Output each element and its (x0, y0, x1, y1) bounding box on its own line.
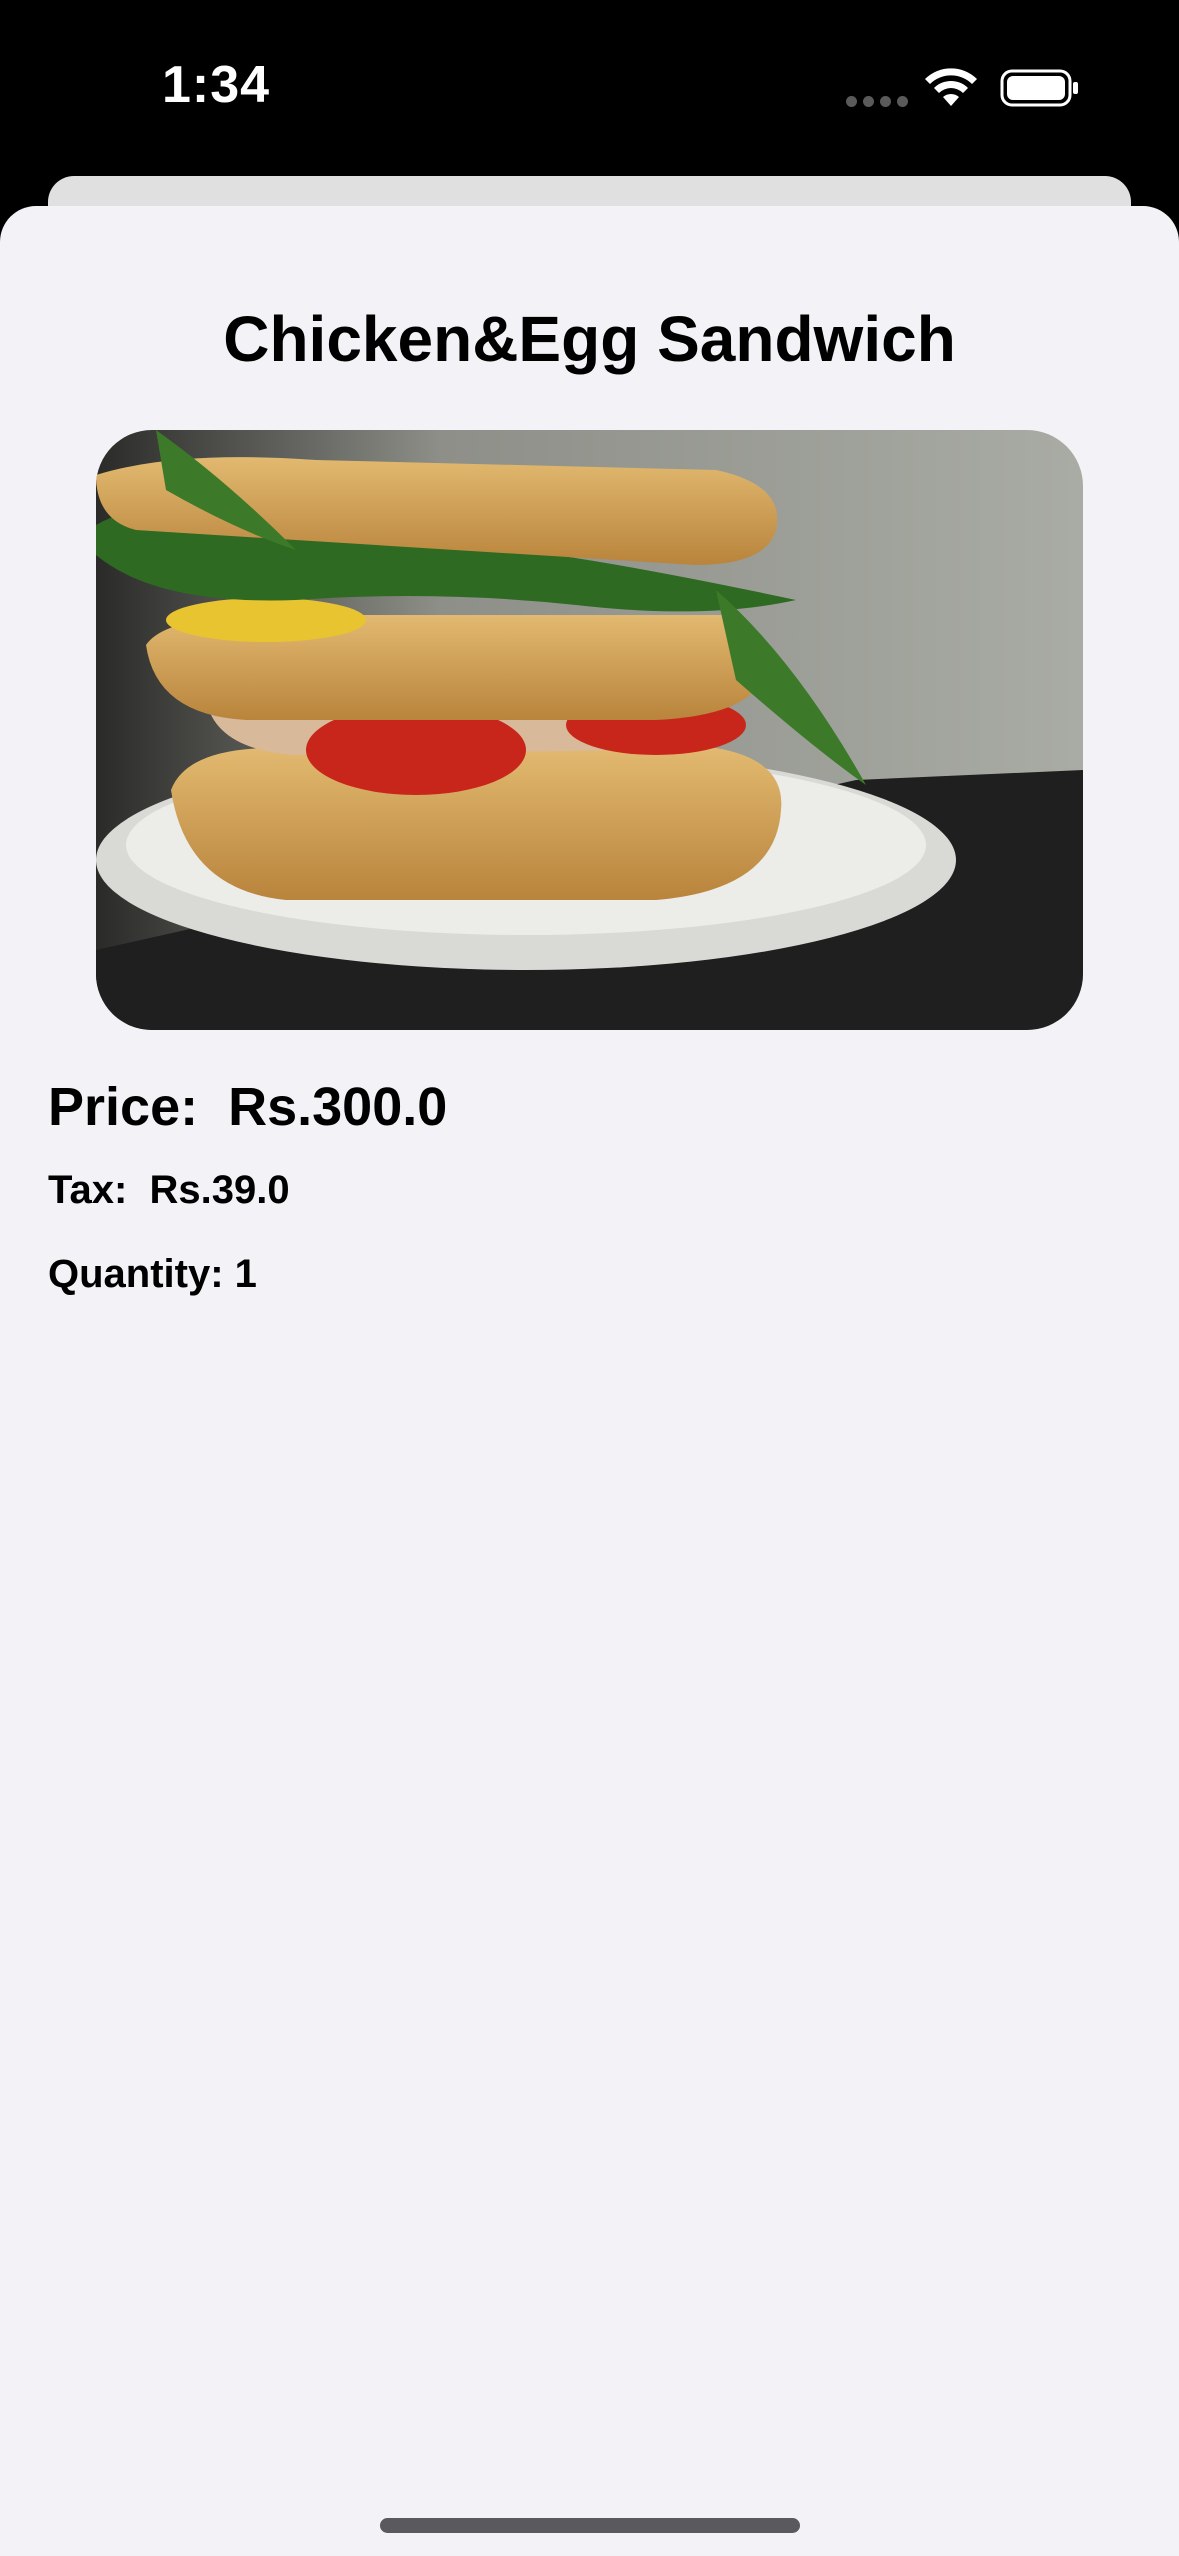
home-indicator[interactable] (380, 2518, 800, 2533)
cellular-dots-icon (846, 96, 908, 107)
price-text: Price: Rs.300.0 (48, 1076, 447, 1138)
sandwich-photo-icon (96, 430, 1083, 1030)
tax-value: Rs.39.0 (149, 1168, 290, 1212)
battery-icon (1000, 69, 1078, 107)
quantity-label: Quantity: (48, 1252, 224, 1296)
sandwich-image (96, 430, 1083, 1030)
status-bar: 1:34 (0, 0, 1179, 175)
item-title: Chicken&Egg Sandwich (223, 303, 956, 375)
wifi-icon (925, 68, 977, 106)
quantity-text: Quantity: 1 (48, 1252, 257, 1297)
status-time: 1:34 (162, 56, 271, 114)
price-label: Price: (48, 1077, 199, 1137)
quantity-value: 1 (234, 1252, 257, 1296)
item-detail-sheet: Chicken&Egg Sandwich Price: Rs.300.0 Tax… (0, 206, 1179, 2556)
price-value: Rs.300.0 (228, 1077, 448, 1137)
tax-text: Tax: Rs.39.0 (48, 1168, 290, 1213)
tax-label: Tax: (48, 1168, 128, 1212)
